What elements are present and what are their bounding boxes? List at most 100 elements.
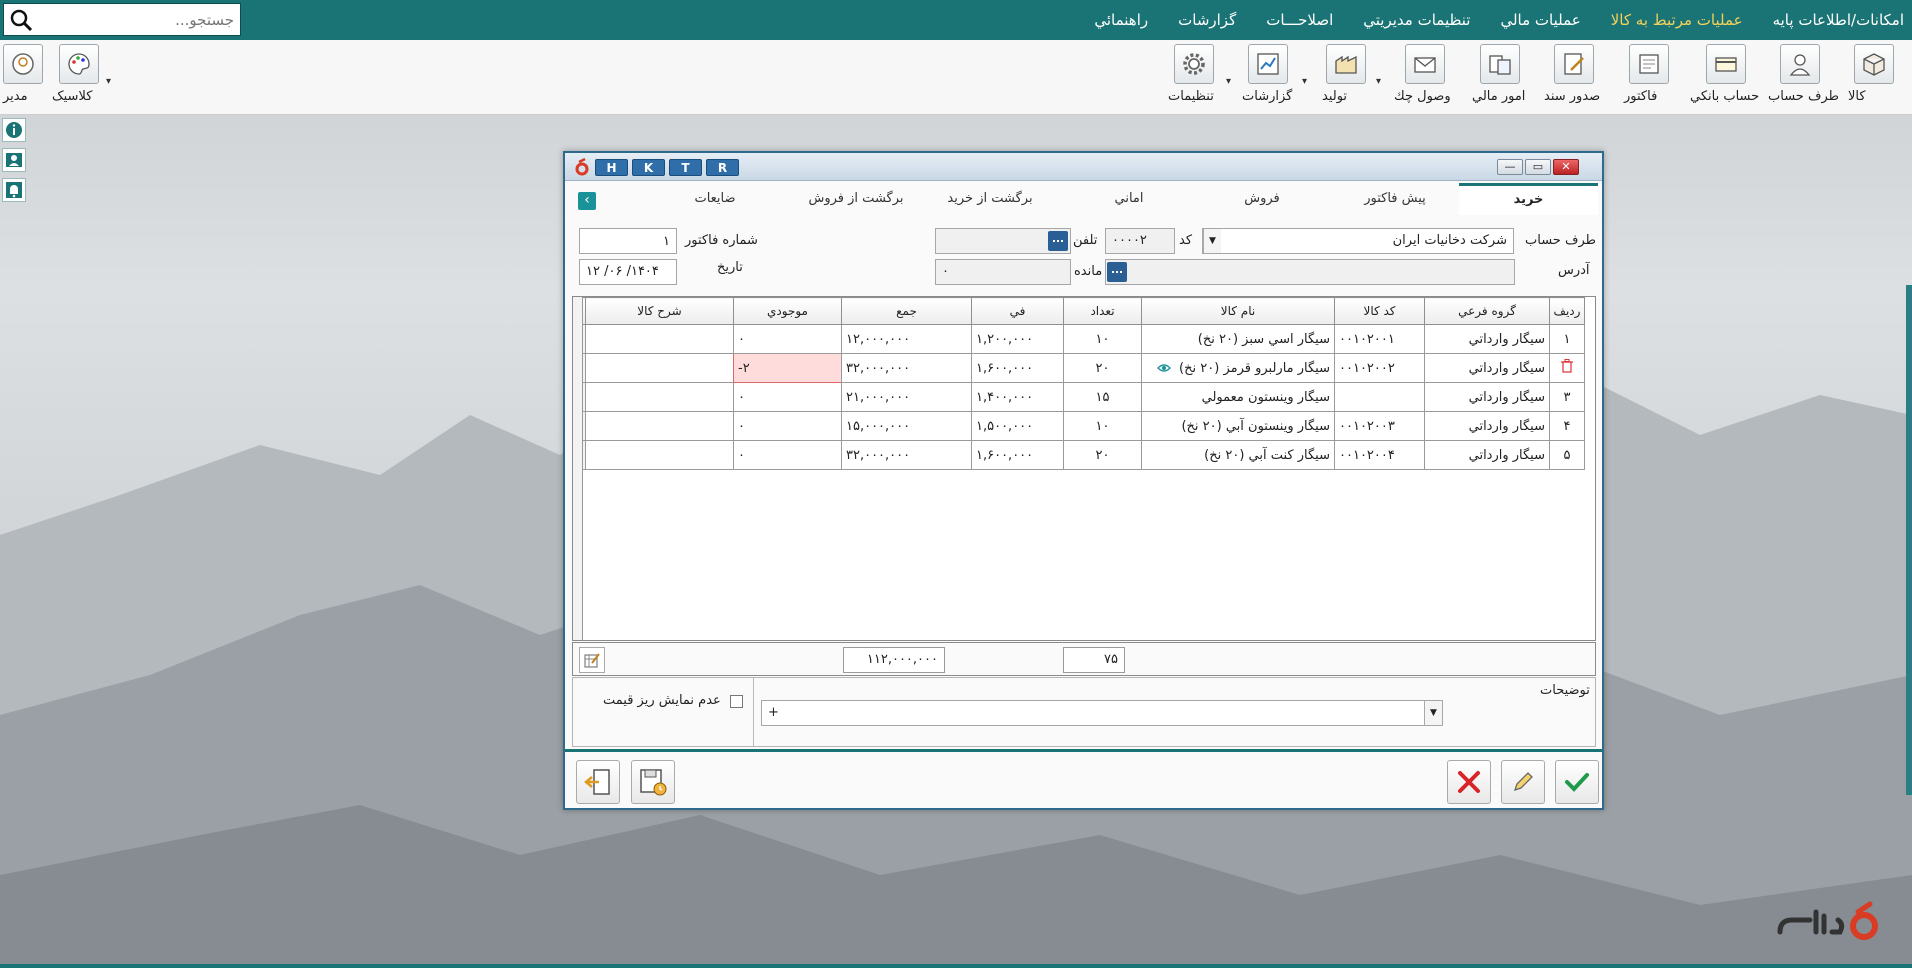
menu-management-settings[interactable]: تنظيمات مديريتي [1363,11,1470,29]
cell-name[interactable]: سيگار کنت آبي (۲۰ نخ) [1141,440,1335,470]
info-side-button[interactable] [2,118,26,142]
account-dropdown-icon[interactable]: ▼ [1203,229,1221,253]
cell-group[interactable]: سيگار وارداتي [1424,382,1550,412]
table-row[interactable]: ۴ سيگار وارداتي ۰۰۱۰۲۰۰۳ سيگار وينستون آ… [573,411,1585,441]
cell-desc[interactable] [585,353,734,383]
toolbar-settings-dropdown[interactable]: ▾ [1226,76,1231,87]
col-code-header[interactable]: کد کالا [1334,297,1425,325]
col-qty-header[interactable]: تعداد [1063,297,1142,325]
toolbar-bank-account-button[interactable]: حساب بانکي [1690,44,1762,110]
cell-qty[interactable]: ۱۵ [1063,382,1142,412]
cell-code[interactable]: ۰۰۱۰۲۰۰۳ [1334,411,1425,441]
hotkey-r-button[interactable]: R [706,159,739,176]
tab-sale[interactable]: فروش [1202,183,1322,215]
toolbar-production-button[interactable]: توليد [1322,44,1370,110]
menu-corrections[interactable]: اصلاحـــات [1266,11,1333,29]
cell-group[interactable]: سيگار وارداتي [1424,353,1550,383]
menu-reports[interactable]: گزارشات [1178,11,1236,29]
eye-icon[interactable] [1156,363,1171,373]
hotkey-t-button[interactable]: T [669,159,702,176]
cancel-button[interactable] [1447,760,1491,804]
toolbar-financial-button[interactable]: امور مالي [1472,44,1528,110]
exit-button[interactable] [576,760,620,804]
tab-scroll-chevron-icon[interactable]: ‹ [578,192,596,210]
col-group-header[interactable]: گروه فرعي [1424,297,1550,325]
menu-goods-operations[interactable]: عمليات مرتبط به کالا [1611,11,1743,29]
cell-code[interactable]: ۰۰۱۰۲۰۰۴ [1334,440,1425,470]
tab-sale-return[interactable]: برگشت از فروش [791,183,921,215]
cell-desc[interactable] [585,411,734,441]
cell-price[interactable]: ۱,۴۰۰,۰۰۰ [971,382,1064,412]
cell-qty[interactable]: ۲۰ [1063,440,1142,470]
maximize-button[interactable]: ▭ [1525,159,1551,175]
toolbar-settings-button[interactable]: تنظيمات [1168,44,1220,110]
cell-name[interactable]: سيگار مارلبرو قرمز (۲۰ نخ) [1141,353,1335,383]
cell-name[interactable]: سيگار اسي سبز (۲۰ نخ) [1141,324,1335,354]
col-row-header[interactable]: رديف [1549,297,1585,325]
cell-qty[interactable]: ۲۰ [1063,353,1142,383]
col-total-header[interactable]: جمع [841,297,972,325]
toolbar-account-button[interactable]: طرف حساب [1768,44,1839,110]
toolbar-goods-button[interactable]: کالا [1848,44,1900,110]
col-stock-header[interactable]: موجودي [733,297,842,325]
cell-desc[interactable] [585,324,734,354]
invoice-number-input[interactable] [579,228,677,254]
contacts-side-button[interactable] [2,148,26,172]
hide-price-checkbox[interactable] [730,695,743,708]
toolbar-reports-button[interactable]: گزارشات [1242,44,1294,110]
close-window-button[interactable]: ✕ [1553,159,1579,175]
table-row[interactable]: ۱ سيگار وارداتي ۰۰۱۰۲۰۰۱ سيگار اسي سبز (… [573,324,1585,354]
toolbar-user-button[interactable]: مدير [3,44,43,110]
toolbar-theme-button[interactable]: کلاسيک [52,44,106,110]
confirm-button[interactable] [1555,760,1599,804]
table-row[interactable]: ۳ سيگار وارداتي سيگار وينستون معمولي ۱۵ … [573,382,1585,412]
search-icon[interactable] [10,9,32,31]
cell-name[interactable]: سيگار وينستون آبي (۲۰ نخ) [1141,411,1335,441]
menu-base-info[interactable]: امکانات/اطلاعات پايه [1773,11,1904,29]
cell-price[interactable]: ۱,۶۰۰,۰۰۰ [971,353,1064,383]
dialog-titlebar[interactable]: H K T R — ▭ ✕ [565,153,1602,181]
cell-desc[interactable] [585,382,734,412]
date-field[interactable]: ۱۴۰۴/ ۰۶/ ۱۲ [579,259,677,285]
search-input[interactable] [38,6,236,33]
hotkey-k-button[interactable]: K [632,159,665,176]
cell-desc[interactable] [585,440,734,470]
cell-group[interactable]: سيگار وارداتي [1424,324,1550,354]
hotkey-h-button[interactable]: H [595,159,628,176]
cell-price[interactable]: ۱,۶۰۰,۰۰۰ [971,440,1064,470]
notes-dropdown-icon[interactable]: ▼ [1424,701,1442,725]
tab-proforma[interactable]: پيش فاکتور [1335,183,1455,215]
toolbar-invoice-button[interactable]: فاکتور [1624,44,1674,110]
cell-qty[interactable]: ۱۰ [1063,411,1142,441]
col-price-header[interactable]: في [971,297,1064,325]
toolbar-reports-dropdown[interactable]: ▾ [1302,76,1307,87]
cell-code[interactable]: ۰۰۱۰۲۰۰۲ [1334,353,1425,383]
balance-field[interactable]: ۰ [935,259,1071,285]
tab-purchase-return[interactable]: برگشت از خريد [925,183,1055,215]
menu-financial-operations[interactable]: عمليات مالي [1500,11,1580,29]
cell-qty[interactable]: ۱۰ [1063,324,1142,354]
col-desc-header[interactable]: شرح کالا [585,297,734,325]
toolbar-cheque-button[interactable]: وصول چك [1394,44,1456,110]
address-field[interactable] [1105,259,1515,285]
tab-waste[interactable]: ضايعات [655,183,775,215]
grid-edit-button[interactable] [579,647,605,673]
toolbar-issue-voucher-button[interactable]: صدور سند [1544,44,1604,110]
cell-price[interactable]: ۱,۵۰۰,۰۰۰ [971,411,1064,441]
code-field[interactable]: ۰۰۰۰۲ [1105,228,1175,254]
toolbar-production-dropdown[interactable]: ▾ [1376,76,1381,87]
right-edge-scrollbar[interactable] [1906,285,1912,795]
cell-code[interactable] [1334,382,1425,412]
address-lookup-button[interactable] [1107,262,1127,282]
edit-button[interactable] [1501,760,1545,804]
account-field[interactable]: شرکت دخانيات ايران [1202,228,1514,254]
cell-price[interactable]: ۱,۲۰۰,۰۰۰ [971,324,1064,354]
cell-name[interactable]: سيگار وينستون معمولي [1141,382,1335,412]
col-name-header[interactable]: نام کالا [1141,297,1335,325]
phone-lookup-button[interactable] [1048,231,1068,251]
cell-code[interactable]: ۰۰۱۰۲۰۰۱ [1334,324,1425,354]
menu-help[interactable]: راهنمائي [1094,11,1148,29]
cell-group[interactable]: سيگار وارداتي [1424,440,1550,470]
notifications-side-button[interactable] [2,178,26,202]
save-button[interactable] [631,760,675,804]
